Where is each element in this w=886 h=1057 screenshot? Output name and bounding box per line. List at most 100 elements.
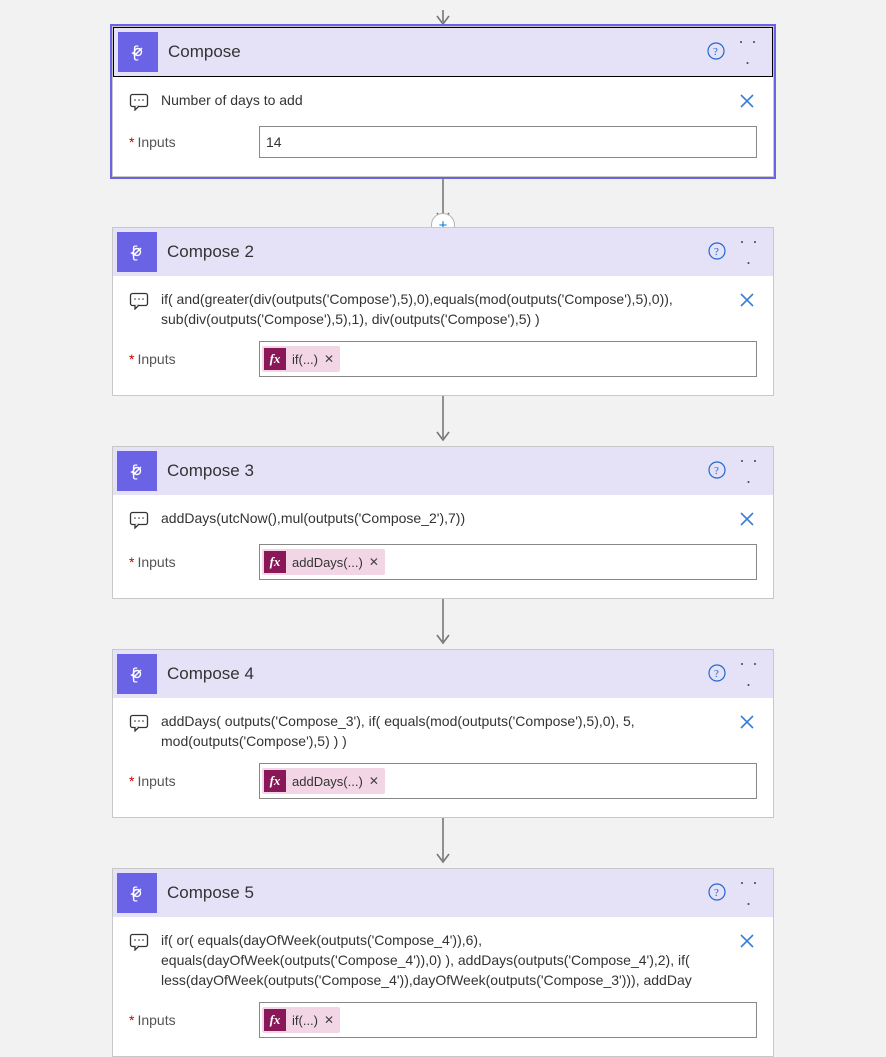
- compose-action-card[interactable]: { } Compose 4 ? · · · addDays( outputs('…: [112, 649, 774, 818]
- card-title: Compose: [168, 42, 698, 62]
- close-icon[interactable]: [737, 91, 757, 114]
- pill-label: addDays(...): [292, 774, 363, 789]
- remove-pill-icon[interactable]: ✕: [324, 1013, 334, 1027]
- card-title: Compose 3: [167, 461, 699, 481]
- inputs-label: *Inputs: [129, 1012, 259, 1028]
- inputs-field[interactable]: fx if(...) ✕: [259, 341, 757, 377]
- compose-icon: { }: [118, 32, 158, 72]
- close-icon[interactable]: [737, 931, 757, 954]
- comment-row: if( or( equals(dayOfWeek(outputs('Compos…: [129, 931, 757, 990]
- more-menu-icon[interactable]: · · ·: [735, 653, 763, 695]
- inputs-field[interactable]: 14: [259, 126, 757, 158]
- svg-text:?: ?: [714, 668, 719, 680]
- comment-text: Number of days to add: [161, 91, 757, 111]
- inputs-label: *Inputs: [129, 554, 259, 570]
- compose-action-card[interactable]: { } Compose 2 ? · · · if( and(greater(di…: [112, 227, 774, 396]
- card-title: Compose 5: [167, 883, 699, 903]
- help-icon[interactable]: ?: [705, 883, 729, 904]
- inputs-row: *Inputs fx addDays(...) ✕: [129, 763, 757, 799]
- compose-action-card[interactable]: { } Compose ? · · · Number of days to ad…: [112, 26, 774, 177]
- card-body: if( or( equals(dayOfWeek(outputs('Compos…: [113, 917, 773, 1056]
- card-body: addDays( outputs('Compose_3'), if( equal…: [113, 698, 773, 817]
- comment-icon: [129, 933, 151, 954]
- compose-icon: { }: [117, 654, 157, 694]
- card-header[interactable]: { } Compose 4 ? · · ·: [113, 650, 773, 698]
- expression-pill[interactable]: fx if(...) ✕: [262, 346, 340, 372]
- remove-pill-icon[interactable]: ✕: [324, 352, 334, 366]
- compose-action-card[interactable]: { } Compose 3 ? · · · addDays(utcNow(),m…: [112, 446, 774, 599]
- fx-icon: fx: [264, 348, 286, 370]
- inputs-row: *Inputs fx if(...) ✕: [129, 341, 757, 377]
- comment-icon: [129, 511, 151, 532]
- more-menu-icon[interactable]: · · ·: [735, 450, 763, 492]
- card-title: Compose 4: [167, 664, 699, 684]
- help-icon[interactable]: ?: [704, 42, 728, 63]
- remove-pill-icon[interactable]: ✕: [369, 774, 379, 788]
- svg-text:?: ?: [714, 465, 719, 477]
- comment-row: addDays( outputs('Compose_3'), if( equal…: [129, 712, 757, 751]
- comment-text: if( and(greater(div(outputs('Compose'),5…: [161, 290, 757, 329]
- svg-text:?: ?: [713, 46, 718, 58]
- svg-text:{ }: { }: [130, 44, 149, 62]
- card-body: Number of days to add *Inputs 14: [113, 77, 773, 176]
- inputs-label: *Inputs: [129, 773, 259, 789]
- inputs-field[interactable]: fx addDays(...) ✕: [259, 544, 757, 580]
- card-body: if( and(greater(div(outputs('Compose'),5…: [113, 276, 773, 395]
- more-menu-icon[interactable]: · · ·: [735, 872, 763, 914]
- fx-icon: fx: [264, 551, 286, 573]
- fx-icon: fx: [264, 770, 286, 792]
- comment-row: if( and(greater(div(outputs('Compose'),5…: [129, 290, 757, 329]
- comment-text: if( or( equals(dayOfWeek(outputs('Compos…: [161, 931, 757, 990]
- svg-text:{ }: { }: [129, 885, 148, 903]
- pill-label: addDays(...): [292, 555, 363, 570]
- inputs-row: *Inputs 14: [129, 126, 757, 158]
- help-icon[interactable]: ?: [705, 461, 729, 482]
- close-icon[interactable]: [737, 712, 757, 735]
- card-body: addDays(utcNow(),mul(outputs('Compose_2'…: [113, 495, 773, 598]
- close-icon[interactable]: [737, 290, 757, 313]
- close-icon[interactable]: [737, 509, 757, 532]
- comment-row: Number of days to add: [129, 91, 757, 114]
- input-value: 14: [266, 134, 282, 150]
- more-menu-icon[interactable]: · · ·: [735, 231, 763, 273]
- svg-text:{ }: { }: [129, 666, 148, 684]
- card-header[interactable]: { } Compose ? · · ·: [113, 27, 773, 77]
- svg-text:{ }: { }: [129, 463, 148, 481]
- flow-arrow: [0, 818, 886, 868]
- svg-text:{ }: { }: [129, 244, 148, 262]
- card-header[interactable]: { } Compose 5 ? · · ·: [113, 869, 773, 917]
- comment-icon: [129, 93, 151, 114]
- inputs-field[interactable]: fx if(...) ✕: [259, 1002, 757, 1038]
- expression-pill[interactable]: fx addDays(...) ✕: [262, 549, 385, 575]
- inputs-row: *Inputs fx addDays(...) ✕: [129, 544, 757, 580]
- fx-icon: fx: [264, 1009, 286, 1031]
- expression-pill[interactable]: fx addDays(...) ✕: [262, 768, 385, 794]
- svg-text:?: ?: [714, 887, 719, 899]
- inputs-row: *Inputs fx if(...) ✕: [129, 1002, 757, 1038]
- svg-text:?: ?: [714, 246, 719, 258]
- comment-text: addDays( outputs('Compose_3'), if( equal…: [161, 712, 757, 751]
- flow-arrow: [0, 599, 886, 649]
- card-title: Compose 2: [167, 242, 699, 262]
- pill-label: if(...): [292, 1013, 318, 1028]
- compose-action-card[interactable]: { } Compose 5 ? · · · if( or( equals(day…: [112, 868, 774, 1057]
- more-menu-icon[interactable]: · · ·: [734, 31, 762, 73]
- help-icon[interactable]: ?: [705, 664, 729, 685]
- inputs-field[interactable]: fx addDays(...) ✕: [259, 763, 757, 799]
- help-icon[interactable]: ?: [705, 242, 729, 263]
- inputs-label: *Inputs: [129, 134, 259, 150]
- comment-row: addDays(utcNow(),mul(outputs('Compose_2'…: [129, 509, 757, 532]
- expression-pill[interactable]: fx if(...) ✕: [262, 1007, 340, 1033]
- comment-icon: [129, 714, 151, 735]
- pill-label: if(...): [292, 352, 318, 367]
- compose-icon: { }: [117, 232, 157, 272]
- compose-icon: { }: [117, 873, 157, 913]
- card-header[interactable]: { } Compose 2 ? · · ·: [113, 228, 773, 276]
- card-header[interactable]: { } Compose 3 ? · · ·: [113, 447, 773, 495]
- inputs-label: *Inputs: [129, 351, 259, 367]
- comment-icon: [129, 292, 151, 313]
- comment-text: addDays(utcNow(),mul(outputs('Compose_2'…: [161, 509, 757, 529]
- remove-pill-icon[interactable]: ✕: [369, 555, 379, 569]
- flow-arrow: [0, 396, 886, 446]
- compose-icon: { }: [117, 451, 157, 491]
